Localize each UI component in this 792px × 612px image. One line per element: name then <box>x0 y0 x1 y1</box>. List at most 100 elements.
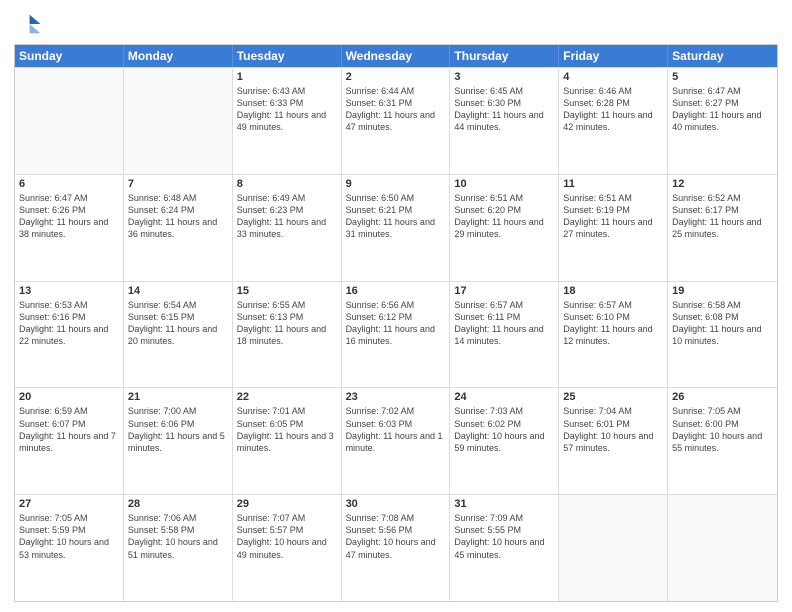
day-number: 1 <box>237 71 337 83</box>
calendar-cell: 25 Sunrise: 7:04 AM Sunset: 6:01 PM Dayl… <box>559 388 668 494</box>
day-number: 10 <box>454 178 554 190</box>
day-number: 30 <box>346 498 446 510</box>
calendar-cell <box>124 68 233 174</box>
day-number: 4 <box>563 71 663 83</box>
calendar-row-3: 20 Sunrise: 6:59 AM Sunset: 6:07 PM Dayl… <box>15 387 777 494</box>
calendar-cell: 3 Sunrise: 6:45 AM Sunset: 6:30 PM Dayli… <box>450 68 559 174</box>
day-number: 23 <box>346 391 446 403</box>
header-day-sunday: Sunday <box>15 45 124 67</box>
calendar: SundayMondayTuesdayWednesdayThursdayFrid… <box>14 44 778 602</box>
day-number: 17 <box>454 285 554 297</box>
day-number: 7 <box>128 178 228 190</box>
page: SundayMondayTuesdayWednesdayThursdayFrid… <box>0 0 792 612</box>
cell-info: Sunrise: 6:59 AM Sunset: 6:07 PM Dayligh… <box>19 405 119 454</box>
calendar-cell: 31 Sunrise: 7:09 AM Sunset: 5:55 PM Dayl… <box>450 495 559 601</box>
day-number: 19 <box>672 285 773 297</box>
header-day-thursday: Thursday <box>450 45 559 67</box>
cell-info: Sunrise: 6:51 AM Sunset: 6:20 PM Dayligh… <box>454 192 554 241</box>
calendar-cell: 27 Sunrise: 7:05 AM Sunset: 5:59 PM Dayl… <box>15 495 124 601</box>
cell-info: Sunrise: 6:57 AM Sunset: 6:11 PM Dayligh… <box>454 299 554 348</box>
header-day-monday: Monday <box>124 45 233 67</box>
calendar-cell: 10 Sunrise: 6:51 AM Sunset: 6:20 PM Dayl… <box>450 175 559 281</box>
day-number: 12 <box>672 178 773 190</box>
day-number: 18 <box>563 285 663 297</box>
calendar-cell: 19 Sunrise: 6:58 AM Sunset: 6:08 PM Dayl… <box>668 282 777 388</box>
calendar-cell: 28 Sunrise: 7:06 AM Sunset: 5:58 PM Dayl… <box>124 495 233 601</box>
cell-info: Sunrise: 6:55 AM Sunset: 6:13 PM Dayligh… <box>237 299 337 348</box>
day-number: 6 <box>19 178 119 190</box>
day-number: 22 <box>237 391 337 403</box>
calendar-cell: 6 Sunrise: 6:47 AM Sunset: 6:26 PM Dayli… <box>15 175 124 281</box>
logo <box>14 10 46 38</box>
day-number: 25 <box>563 391 663 403</box>
cell-info: Sunrise: 7:07 AM Sunset: 5:57 PM Dayligh… <box>237 512 337 561</box>
day-number: 20 <box>19 391 119 403</box>
calendar-cell: 26 Sunrise: 7:05 AM Sunset: 6:00 PM Dayl… <box>668 388 777 494</box>
cell-info: Sunrise: 7:03 AM Sunset: 6:02 PM Dayligh… <box>454 405 554 454</box>
cell-info: Sunrise: 6:46 AM Sunset: 6:28 PM Dayligh… <box>563 85 663 134</box>
cell-info: Sunrise: 7:06 AM Sunset: 5:58 PM Dayligh… <box>128 512 228 561</box>
calendar-row-1: 6 Sunrise: 6:47 AM Sunset: 6:26 PM Dayli… <box>15 174 777 281</box>
cell-info: Sunrise: 6:43 AM Sunset: 6:33 PM Dayligh… <box>237 85 337 134</box>
cell-info: Sunrise: 7:09 AM Sunset: 5:55 PM Dayligh… <box>454 512 554 561</box>
calendar-cell: 20 Sunrise: 6:59 AM Sunset: 6:07 PM Dayl… <box>15 388 124 494</box>
day-number: 24 <box>454 391 554 403</box>
cell-info: Sunrise: 7:00 AM Sunset: 6:06 PM Dayligh… <box>128 405 228 454</box>
day-number: 15 <box>237 285 337 297</box>
calendar-cell: 21 Sunrise: 7:00 AM Sunset: 6:06 PM Dayl… <box>124 388 233 494</box>
day-number: 8 <box>237 178 337 190</box>
day-number: 27 <box>19 498 119 510</box>
calendar-cell: 14 Sunrise: 6:54 AM Sunset: 6:15 PM Dayl… <box>124 282 233 388</box>
cell-info: Sunrise: 6:51 AM Sunset: 6:19 PM Dayligh… <box>563 192 663 241</box>
day-number: 3 <box>454 71 554 83</box>
day-number: 31 <box>454 498 554 510</box>
calendar-cell: 22 Sunrise: 7:01 AM Sunset: 6:05 PM Dayl… <box>233 388 342 494</box>
calendar-cell: 15 Sunrise: 6:55 AM Sunset: 6:13 PM Dayl… <box>233 282 342 388</box>
calendar-cell: 16 Sunrise: 6:56 AM Sunset: 6:12 PM Dayl… <box>342 282 451 388</box>
calendar-cell: 18 Sunrise: 6:57 AM Sunset: 6:10 PM Dayl… <box>559 282 668 388</box>
calendar-cell: 9 Sunrise: 6:50 AM Sunset: 6:21 PM Dayli… <box>342 175 451 281</box>
calendar-cell: 24 Sunrise: 7:03 AM Sunset: 6:02 PM Dayl… <box>450 388 559 494</box>
cell-info: Sunrise: 7:02 AM Sunset: 6:03 PM Dayligh… <box>346 405 446 454</box>
cell-info: Sunrise: 6:47 AM Sunset: 6:27 PM Dayligh… <box>672 85 773 134</box>
day-number: 13 <box>19 285 119 297</box>
cell-info: Sunrise: 6:45 AM Sunset: 6:30 PM Dayligh… <box>454 85 554 134</box>
cell-info: Sunrise: 6:48 AM Sunset: 6:24 PM Dayligh… <box>128 192 228 241</box>
cell-info: Sunrise: 7:08 AM Sunset: 5:56 PM Dayligh… <box>346 512 446 561</box>
cell-info: Sunrise: 6:57 AM Sunset: 6:10 PM Dayligh… <box>563 299 663 348</box>
day-number: 11 <box>563 178 663 190</box>
calendar-cell: 11 Sunrise: 6:51 AM Sunset: 6:19 PM Dayl… <box>559 175 668 281</box>
calendar-row-2: 13 Sunrise: 6:53 AM Sunset: 6:16 PM Dayl… <box>15 281 777 388</box>
cell-info: Sunrise: 6:53 AM Sunset: 6:16 PM Dayligh… <box>19 299 119 348</box>
day-number: 29 <box>237 498 337 510</box>
calendar-cell: 12 Sunrise: 6:52 AM Sunset: 6:17 PM Dayl… <box>668 175 777 281</box>
calendar-cell: 2 Sunrise: 6:44 AM Sunset: 6:31 PM Dayli… <box>342 68 451 174</box>
calendar-header: SundayMondayTuesdayWednesdayThursdayFrid… <box>15 45 777 67</box>
calendar-cell: 29 Sunrise: 7:07 AM Sunset: 5:57 PM Dayl… <box>233 495 342 601</box>
calendar-cell: 13 Sunrise: 6:53 AM Sunset: 6:16 PM Dayl… <box>15 282 124 388</box>
calendar-cell <box>668 495 777 601</box>
cell-info: Sunrise: 6:44 AM Sunset: 6:31 PM Dayligh… <box>346 85 446 134</box>
calendar-cell <box>559 495 668 601</box>
logo-icon <box>14 10 42 38</box>
cell-info: Sunrise: 6:58 AM Sunset: 6:08 PM Dayligh… <box>672 299 773 348</box>
header <box>14 10 778 38</box>
cell-info: Sunrise: 6:52 AM Sunset: 6:17 PM Dayligh… <box>672 192 773 241</box>
cell-info: Sunrise: 6:50 AM Sunset: 6:21 PM Dayligh… <box>346 192 446 241</box>
calendar-cell: 8 Sunrise: 6:49 AM Sunset: 6:23 PM Dayli… <box>233 175 342 281</box>
cell-info: Sunrise: 6:56 AM Sunset: 6:12 PM Dayligh… <box>346 299 446 348</box>
day-number: 21 <box>128 391 228 403</box>
day-number: 16 <box>346 285 446 297</box>
calendar-cell: 7 Sunrise: 6:48 AM Sunset: 6:24 PM Dayli… <box>124 175 233 281</box>
cell-info: Sunrise: 6:54 AM Sunset: 6:15 PM Dayligh… <box>128 299 228 348</box>
day-number: 5 <box>672 71 773 83</box>
calendar-cell: 17 Sunrise: 6:57 AM Sunset: 6:11 PM Dayl… <box>450 282 559 388</box>
cell-info: Sunrise: 6:47 AM Sunset: 6:26 PM Dayligh… <box>19 192 119 241</box>
cell-info: Sunrise: 6:49 AM Sunset: 6:23 PM Dayligh… <box>237 192 337 241</box>
cell-info: Sunrise: 7:05 AM Sunset: 5:59 PM Dayligh… <box>19 512 119 561</box>
day-number: 28 <box>128 498 228 510</box>
day-number: 14 <box>128 285 228 297</box>
calendar-cell: 1 Sunrise: 6:43 AM Sunset: 6:33 PM Dayli… <box>233 68 342 174</box>
header-day-tuesday: Tuesday <box>233 45 342 67</box>
calendar-cell: 23 Sunrise: 7:02 AM Sunset: 6:03 PM Dayl… <box>342 388 451 494</box>
